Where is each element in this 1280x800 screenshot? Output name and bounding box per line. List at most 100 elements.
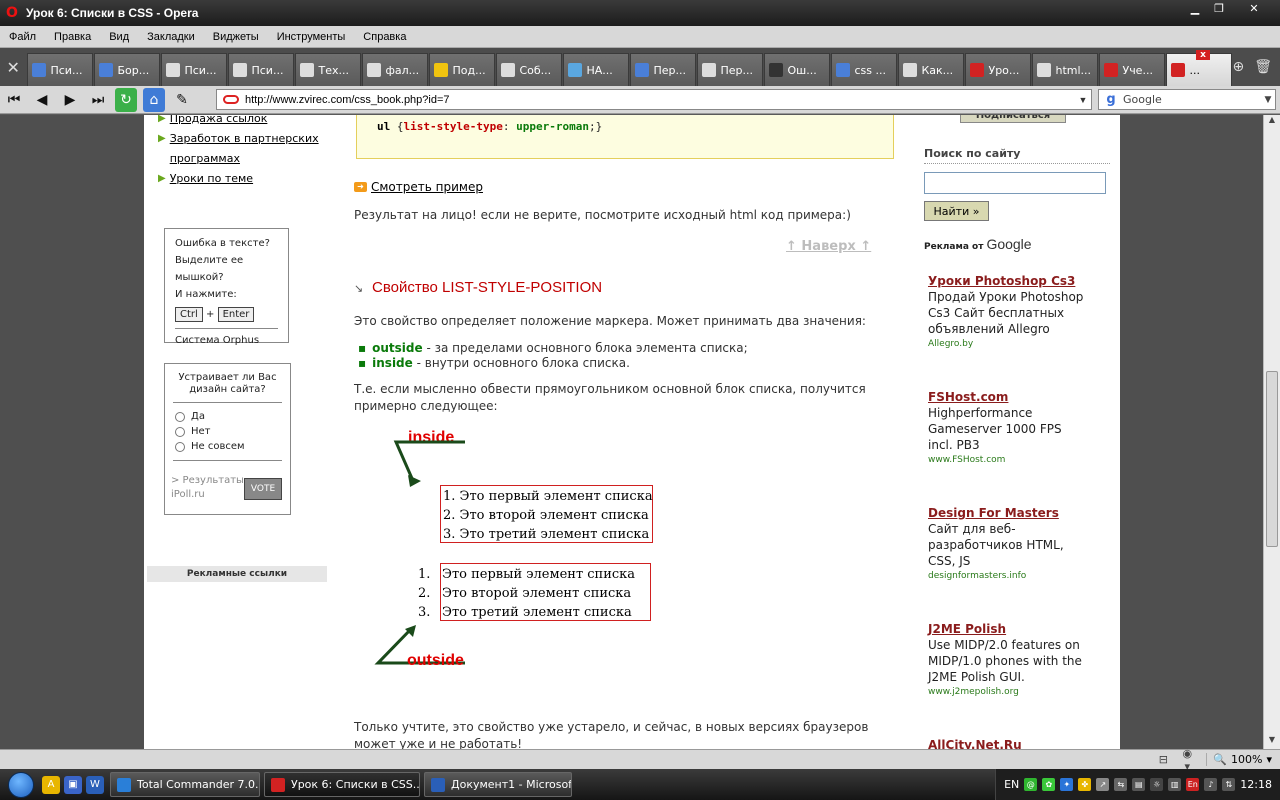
taskbar-button[interactable]: Документ1 - Microsof... (424, 772, 572, 797)
radio-icon[interactable] (175, 411, 185, 422)
ad-title[interactable]: Design For Masters (928, 505, 1098, 521)
ad-block[interactable]: AllCity.Net.Ru (928, 737, 1098, 749)
menu-widgets[interactable]: Виджеты (204, 31, 268, 43)
poll-option-yes[interactable]: Да (173, 409, 282, 424)
browser-tab[interactable]: Бор... (94, 53, 161, 86)
menu-edit[interactable]: Правка (45, 31, 100, 43)
url-dropdown-icon[interactable]: ▼ (1075, 95, 1091, 105)
quick-launch-icon[interactable]: ▣ (64, 775, 82, 794)
reload-icon[interactable]: ↻ (115, 87, 137, 112)
site-search-button[interactable]: Найти » (924, 201, 989, 221)
ad-url[interactable]: www.j2mepolish.org (928, 685, 1098, 699)
poll-source-link[interactable]: iPoll.ru (171, 488, 244, 502)
sidebar-link-label[interactable]: Уроки по теме (170, 169, 253, 189)
ad-block[interactable]: Уроки Photoshop Cs3 Продай Уроки Photosh… (928, 273, 1098, 351)
browser-tab[interactable]: Уро... (965, 53, 1032, 86)
example-link[interactable]: Смотреть пример (371, 180, 483, 194)
zoom-dropdown-icon[interactable]: ▾ (1266, 753, 1272, 766)
scroll-down-icon[interactable]: ▼ (1264, 735, 1280, 749)
start-button[interactable] (0, 769, 42, 800)
language-indicator[interactable]: EN (1004, 778, 1019, 791)
browser-tab[interactable]: Пер... (697, 53, 764, 86)
language-icon[interactable]: En (1186, 778, 1200, 791)
ad-block[interactable]: FSHost.com Highperformance Gameserver 10… (928, 389, 1098, 467)
taskbar-button[interactable]: Урок 6: Списки в CSS... (264, 772, 420, 797)
minimize-button[interactable]: ▁ (1184, 0, 1206, 16)
search-dropdown-icon[interactable]: ▼ (1261, 95, 1275, 105)
menu-bookmarks[interactable]: Закладки (138, 31, 204, 43)
browser-tab[interactable]: Пер... (630, 53, 697, 86)
menu-view[interactable]: Вид (100, 31, 138, 43)
forward-icon[interactable]: ▶ (56, 88, 84, 112)
quick-launch-icon[interactable]: A (42, 775, 60, 794)
close-window-button[interactable]: ✕ (1232, 0, 1276, 16)
ad-url[interactable]: www.FSHost.com (928, 453, 1098, 467)
ads-by-google[interactable]: Реклама от Google (924, 236, 1032, 252)
tray-icon[interactable]: ☼ (1150, 778, 1164, 791)
page-scrollbar[interactable]: ▲ ▼ (1263, 115, 1280, 749)
radio-icon[interactable] (175, 441, 185, 452)
close-tab-icon[interactable]: x (1196, 50, 1210, 60)
tray-icon[interactable]: ✦ (1060, 778, 1074, 791)
tray-icon[interactable]: ▥ (1168, 778, 1182, 791)
quick-launch-icon[interactable]: W (86, 775, 104, 794)
radio-icon[interactable] (175, 426, 185, 437)
zoom-control[interactable]: 🔍 100% ▾ (1206, 753, 1272, 766)
ad-block[interactable]: J2ME Polish Use MIDP/2.0 features on MID… (928, 621, 1098, 699)
ad-url[interactable]: designformasters.info (928, 569, 1098, 583)
ad-title[interactable]: AllCity.Net.Ru (928, 737, 1098, 749)
menu-file[interactable]: Файл (0, 31, 45, 43)
sidebar-link-lessons[interactable]: ▶ Уроки по теме (158, 169, 328, 189)
tray-icon[interactable]: ✤ (1078, 778, 1092, 791)
sidebar-link-label[interactable]: Продажа ссылок (170, 115, 268, 129)
tools-icon[interactable]: ✕ (0, 48, 26, 86)
maximize-button[interactable]: ❐ (1208, 0, 1230, 16)
ad-block[interactable]: Design For Masters Сайт для веб-разработ… (928, 505, 1098, 583)
ad-title[interactable]: J2ME Polish (928, 621, 1098, 637)
back-icon[interactable]: ◀ (28, 88, 56, 112)
fast-forward-icon[interactable]: ⏭ (84, 88, 112, 112)
tray-icon[interactable]: @ (1024, 778, 1038, 791)
browser-tab[interactable]: НА... (563, 53, 630, 86)
browser-tab[interactable]: css ... (831, 53, 898, 86)
site-search-input[interactable] (924, 172, 1106, 194)
example-link-row[interactable]: ➜ Смотреть пример (354, 180, 483, 194)
ad-title[interactable]: FSHost.com (928, 389, 1098, 405)
tray-icon[interactable]: ⇆ (1114, 778, 1128, 791)
scrollbar-thumb[interactable] (1266, 371, 1278, 547)
network-icon[interactable]: ⇅ (1222, 778, 1236, 791)
search-field[interactable]: g Google ▼ (1098, 89, 1276, 110)
browser-tab[interactable]: Ош... (764, 53, 831, 86)
ad-url[interactable]: Allegro.by (928, 337, 1098, 351)
clock[interactable]: 12:18 (1240, 778, 1272, 791)
browser-tab[interactable]: Тех... (295, 53, 362, 86)
trash-icon[interactable]: 🗑 (1254, 59, 1272, 75)
sidebar-link-sell-links[interactable]: ▶ Продажа ссылок (158, 115, 328, 129)
address-field[interactable]: http://www.zvirec.com/css_book.php?id=7 … (216, 89, 1092, 110)
ad-title[interactable]: Уроки Photoshop Cs3 (928, 273, 1098, 289)
menu-tools[interactable]: Инструменты (268, 31, 355, 43)
browser-tab[interactable]: Пси... (27, 53, 94, 86)
rewind-icon[interactable]: ⏮ (0, 88, 28, 112)
vote-button[interactable]: VOTE (244, 478, 282, 500)
tray-icon[interactable]: ▤ (1132, 778, 1146, 791)
new-tab-icon[interactable]: ⊕ (1232, 59, 1244, 75)
browser-tab[interactable]: фал... (362, 53, 429, 86)
tray-icon[interactable]: ✿ (1042, 778, 1056, 791)
volume-icon[interactable]: ♪ (1204, 778, 1218, 791)
browser-tab[interactable]: Соб... (496, 53, 563, 86)
menu-help[interactable]: Справка (354, 31, 415, 43)
poll-option-no[interactable]: Нет (173, 424, 282, 439)
browser-tab[interactable]: Как... (898, 53, 965, 86)
panel-toggle-icon[interactable]: ⊟ (1154, 753, 1172, 766)
browser-tab[interactable]: html... (1032, 53, 1099, 86)
poll-results-link[interactable]: > Результаты (171, 474, 244, 488)
tray-icon[interactable]: ↗ (1096, 778, 1110, 791)
sidebar-link-partner-earnings[interactable]: ▶ Заработок в партнерских программах (158, 129, 328, 169)
browser-tab[interactable]: Пси... (228, 53, 295, 86)
home-icon[interactable]: ⌂ (143, 87, 165, 112)
sidebar-link-label[interactable]: Заработок в партнерских программах (170, 129, 326, 169)
orphus-footer[interactable]: Система Orphus (175, 335, 278, 346)
browser-tab[interactable]: Пси... (161, 53, 228, 86)
subscribe-button[interactable]: Подписаться (960, 115, 1066, 123)
